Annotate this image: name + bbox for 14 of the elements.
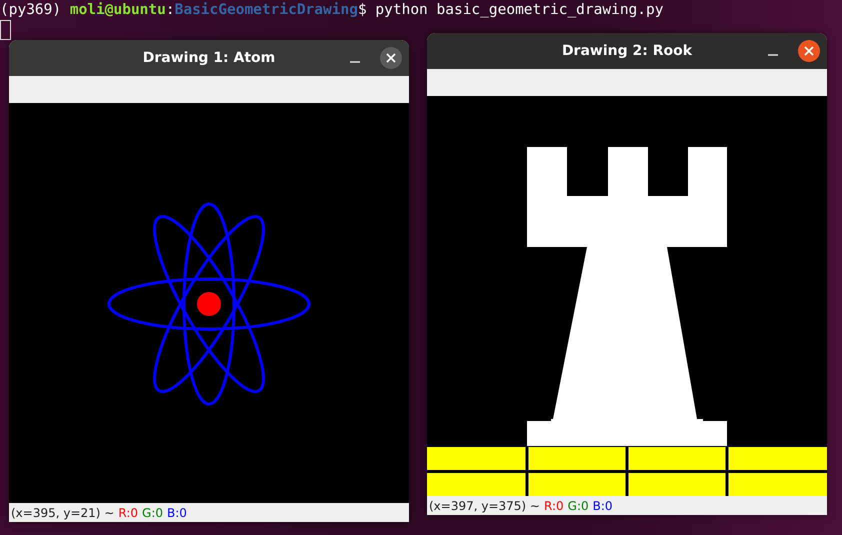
b-channel-value: B:0 bbox=[592, 498, 613, 512]
b-channel-value: B:0 bbox=[167, 506, 187, 520]
close-icon[interactable] bbox=[798, 40, 820, 62]
cursor-coordinates: (x=397, y=375) ~ bbox=[429, 498, 540, 512]
close-icon[interactable] bbox=[380, 47, 402, 69]
r-channel-value: R:0 bbox=[118, 506, 138, 520]
r-channel-value: R:0 bbox=[544, 498, 564, 512]
terminal-command-line: (py369) moli@ubuntu:BasicGeometricDrawing$ python basic_geometric_drawing.py bbox=[0, 2, 664, 18]
terminal-cursor bbox=[0, 20, 11, 40]
g-channel-value: G:0 bbox=[142, 506, 163, 520]
window-title: Drawing 1: Atom bbox=[142, 50, 276, 66]
window-title: Drawing 2: Rook bbox=[562, 43, 692, 59]
cursor-coordinates: (x=395, y=21) ~ bbox=[11, 506, 114, 520]
g-channel-value: G:0 bbox=[568, 498, 589, 512]
